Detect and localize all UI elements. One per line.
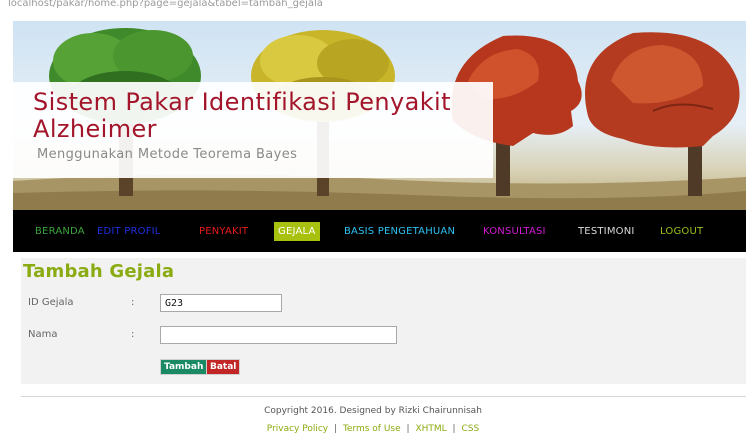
nav-penyakit[interactable]: PENYAKIT	[199, 222, 248, 241]
footer-divider	[21, 396, 746, 397]
id-gejala-colon: :	[131, 297, 135, 308]
main-navigation: BERANDA EDIT PROFIL PENYAKIT GEJALA BASI…	[13, 210, 746, 252]
nama-colon: :	[131, 329, 135, 340]
site-title: Sistem Pakar Identifikasi Penyakit Alzhe…	[33, 88, 451, 143]
id-gejala-label: ID Gejala	[28, 297, 74, 308]
footer-link-xhtml[interactable]: XHTML	[415, 424, 446, 434]
form-title: Tambah Gejala	[23, 261, 175, 282]
nama-label: Nama	[28, 329, 58, 340]
nama-input[interactable]	[160, 326, 397, 344]
header-title-box: Sistem Pakar Identifikasi Penyakit Alzhe…	[13, 82, 493, 178]
footer-links: Privacy Policy | Terms of Use | XHTML | …	[0, 424, 746, 434]
nav-basis-pengetahuan[interactable]: BASIS PENGETAHUAN	[344, 222, 455, 241]
nav-konsultasi[interactable]: KONSULTASI	[483, 222, 546, 241]
footer-link-terms-of-use[interactable]: Terms of Use	[343, 424, 401, 434]
browser-url-text: localhost/pakar/home.php?page=gejala&tab…	[8, 0, 323, 9]
footer-copyright: Copyright 2016. Designed by Rizki Chairu…	[264, 406, 482, 416]
nav-logout[interactable]: LOGOUT	[660, 222, 703, 241]
nav-gejala[interactable]: GEJALA	[274, 222, 320, 241]
site-subtitle: Menggunakan Metode Teorema Bayes	[37, 147, 298, 162]
id-gejala-input[interactable]	[160, 294, 282, 312]
nav-beranda[interactable]: BERANDA	[35, 222, 85, 241]
footer-link-privacy-policy[interactable]: Privacy Policy	[267, 424, 328, 434]
footer-separator: |	[334, 424, 338, 434]
nav-edit-profil[interactable]: EDIT PROFIL	[97, 222, 161, 241]
footer-link-css[interactable]: CSS	[461, 424, 479, 434]
footer-separator: |	[452, 424, 456, 434]
footer-separator: |	[406, 424, 410, 434]
batal-button[interactable]: Batal	[206, 359, 241, 375]
tambah-button[interactable]: Tambah	[160, 359, 208, 375]
nav-testimoni[interactable]: TESTIMONI	[578, 222, 635, 241]
